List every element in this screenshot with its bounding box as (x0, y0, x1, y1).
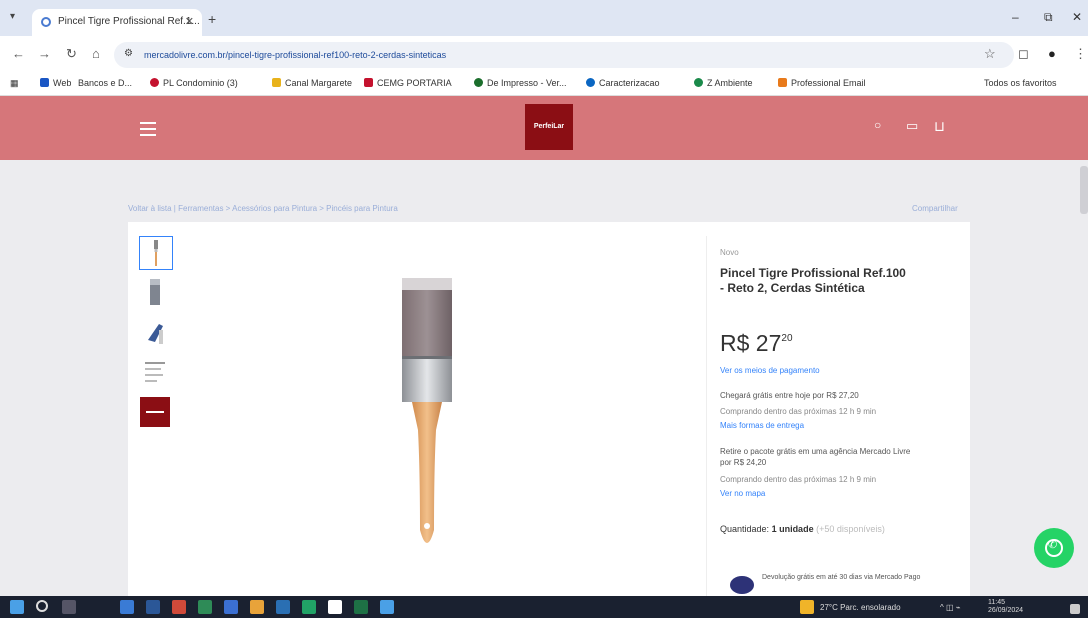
tab-title: Pincel Tigre Profissional Ref.1... (58, 16, 200, 27)
tray-icons[interactable]: ^ ◫ ⌁ (940, 603, 961, 612)
notifications-icon[interactable] (1070, 604, 1080, 614)
extensions-icon[interactable]: ◻ (1018, 46, 1029, 62)
bookmark-item[interactable]: De Impresso - Ver... (474, 78, 567, 88)
product-main-image[interactable] (360, 270, 500, 560)
bookmark-item[interactable]: Web (40, 78, 71, 88)
home-icon[interactable]: ⌂ (92, 46, 100, 61)
column-divider (706, 236, 707, 598)
page-scrollbar[interactable] (1080, 166, 1088, 214)
bookmark-item[interactable]: CEMG PORTARIA (364, 78, 452, 88)
site-info-icon[interactable]: ⚙ (124, 48, 133, 59)
taskbar-app-icon[interactable] (250, 600, 264, 614)
profile-icon[interactable]: ● (1048, 46, 1056, 61)
thumbnail-specs[interactable] (139, 356, 173, 390)
product-price: R$ 2720 (720, 330, 793, 356)
tab-favicon-icon (41, 17, 51, 27)
close-window-icon[interactable]: ✕ (1072, 10, 1082, 24)
thumbnail-bristles[interactable] (139, 276, 173, 310)
back-icon[interactable]: ← (12, 46, 25, 61)
start-icon[interactable] (10, 600, 24, 614)
tab-search-icon[interactable]: ▾ (10, 11, 15, 22)
product-title: Pincel Tigre Profissional Ref.100 - Reto… (720, 266, 906, 295)
url-input[interactable]: ⚙ mercadolivre.com.br/pincel-tigre-profi… (114, 42, 1014, 68)
all-bookmarks[interactable]: Todos os favoritos (984, 78, 1057, 88)
taskbar-app-icon[interactable] (224, 600, 238, 614)
bookmark-item[interactable]: Professional Email (778, 78, 866, 88)
bookmark-item[interactable]: Z Ambiente (694, 78, 753, 88)
taskbar-app-icon[interactable] (328, 600, 342, 614)
delivery-option-1-note: Comprando dentro das próximas 12 h 9 min (720, 407, 877, 416)
browser-tab[interactable]: Pincel Tigre Profissional Ref.1... ✕ (32, 9, 202, 36)
taskbar-app-icon[interactable] (302, 600, 316, 614)
delivery-option-2-note: Comprando dentro das próximas 12 h 9 min (720, 475, 877, 484)
forward-icon[interactable]: → (38, 46, 51, 61)
more-delivery-link[interactable]: Mais formas de entrega (720, 420, 920, 431)
bookmark-item[interactable]: PL Condominio (3) (150, 78, 238, 88)
delivery-option-1: Chegará grátis entre hoje por R$ 27,20 (720, 391, 859, 400)
bookmark-star-icon[interactable]: ☆ (984, 46, 996, 62)
weather-icon[interactable] (800, 600, 814, 614)
bookmark-item[interactable]: Canal Margarete (272, 78, 352, 88)
quantity-available: (+50 disponíveis) (816, 524, 885, 534)
meli-text: Devolução grátis em até 30 dias via Merc… (762, 574, 921, 581)
task-view-icon[interactable] (62, 600, 76, 614)
taskbar-app-icon[interactable] (198, 600, 212, 614)
taskbar-app-icon[interactable] (146, 600, 160, 614)
share-link[interactable]: Compartilhar (912, 204, 958, 213)
minimize-icon[interactable]: – (1012, 10, 1019, 24)
whatsapp-icon[interactable] (1034, 528, 1074, 568)
bookmark-item[interactable]: Caracterizacao (586, 78, 660, 88)
hamburger-menu-icon[interactable] (140, 122, 156, 140)
clock-date: 26/09/2024 (988, 607, 1024, 614)
meli-icon (730, 576, 754, 594)
reload-icon[interactable]: ↻ (66, 46, 77, 62)
browser-menu-icon[interactable]: ⋮ (1074, 46, 1087, 62)
search-taskbar-icon[interactable] (36, 600, 48, 612)
search-icon[interactable]: ○ (874, 118, 881, 132)
taskbar-app-icon[interactable] (354, 600, 368, 614)
bookmark-item[interactable]: Bancos e D... (78, 78, 132, 88)
view-map-link[interactable]: Ver no mapa (720, 488, 920, 499)
product-condition: Novo (720, 248, 739, 257)
url-text: mercadolivre.com.br/pincel-tigre-profiss… (144, 50, 447, 60)
tab-close-icon[interactable]: ✕ (185, 15, 194, 28)
clock-time: 11:45 (988, 599, 1005, 606)
new-tab-button[interactable]: + (208, 11, 216, 27)
cart-icon[interactable]: ⊔ (934, 118, 945, 135)
taskbar-app-icon[interactable] (172, 600, 186, 614)
store-logo[interactable]: PerfeiLar (525, 104, 573, 150)
thumbnail-logo[interactable] (139, 396, 173, 430)
weather-text[interactable]: 27°C Parc. ensolarado (820, 603, 901, 612)
payment-methods-link[interactable]: Ver os meios de pagamento (720, 365, 920, 376)
account-icon[interactable]: ▭ (906, 118, 918, 134)
breadcrumb[interactable]: Voltar à lista | Ferramentas > Acessório… (128, 204, 398, 213)
clock[interactable]: 11:45 26/09/2024 (988, 599, 1023, 615)
maximize-icon[interactable]: ⧉ (1044, 10, 1053, 25)
windows-taskbar (0, 596, 1088, 618)
taskbar-app-icon[interactable] (380, 600, 394, 614)
apps-icon[interactable]: ▦ (10, 78, 19, 89)
taskbar-app-icon[interactable] (276, 600, 290, 614)
thumbnail-angle[interactable] (139, 316, 173, 350)
delivery-option-2: Retire o pacote grátis em uma agência Me… (720, 447, 911, 467)
taskbar-app-icon[interactable] (120, 600, 134, 614)
thumbnail-brush[interactable] (139, 236, 173, 270)
quantity-label: Quantidade: (720, 524, 770, 534)
quantity-selector[interactable]: Quantidade: 1 unidade (+50 disponíveis) (720, 524, 885, 534)
quantity-value[interactable]: 1 unidade (772, 524, 814, 534)
